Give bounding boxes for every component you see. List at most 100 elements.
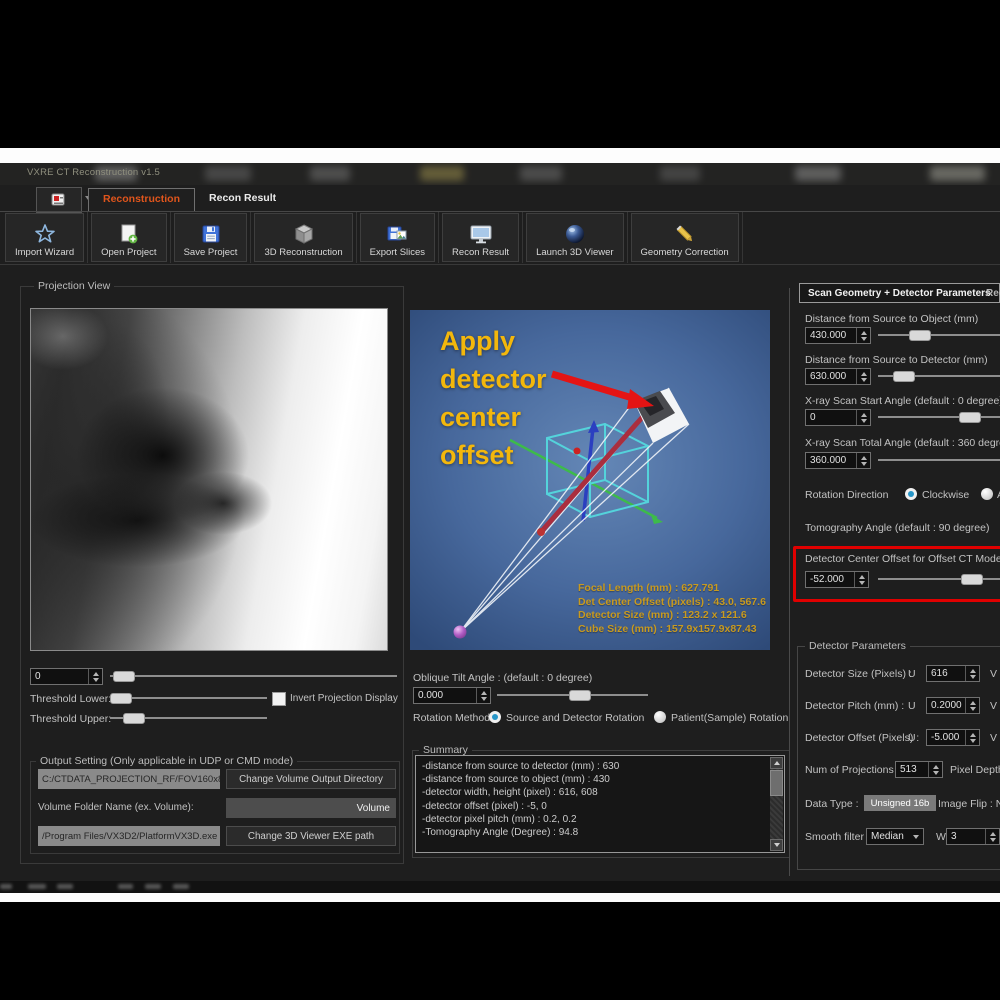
param-label: Distance from Source to Object (mm) <box>805 313 978 325</box>
spinner-arrows[interactable] <box>928 762 942 777</box>
oblique-tilt-slider[interactable] <box>497 687 648 703</box>
spin-up-arrow[interactable] <box>861 456 867 460</box>
geometry-correction-button[interactable]: Geometry Correction <box>631 213 739 262</box>
spin-down-arrow[interactable] <box>859 581 865 585</box>
slider-thumb[interactable] <box>893 371 915 382</box>
threshold-upper-thumb[interactable] <box>123 713 145 724</box>
spin-up-arrow[interactable] <box>990 832 996 836</box>
source-detector-slider[interactable] <box>878 368 1000 384</box>
spin-down-arrow[interactable] <box>481 697 487 701</box>
spinner-arrows[interactable] <box>965 666 979 681</box>
detector-offset-spinner[interactable]: -52.000 <box>805 571 869 588</box>
scan-total-angle-spinner[interactable]: 360.000 <box>805 452 871 469</box>
spin-down-arrow[interactable] <box>933 771 939 775</box>
oblique-tilt-spinner[interactable]: 0.000 <box>413 687 491 704</box>
spinner-arrows[interactable] <box>856 410 870 425</box>
spin-down-arrow[interactable] <box>861 378 867 382</box>
oblique-tilt-thumb[interactable] <box>569 690 591 701</box>
spin-up-arrow[interactable] <box>93 672 99 676</box>
threshold-lower-slider[interactable] <box>110 690 267 706</box>
viewer-exe-field[interactable]: /Program Files/VX3D2/PlatformVX3D.exe <box>38 826 220 846</box>
spin-down-arrow[interactable] <box>861 337 867 341</box>
xray-projection-image[interactable] <box>30 308 388 651</box>
tab-recon-params[interactable]: Recon <box>986 288 1000 299</box>
frame-spinner[interactable]: 0 <box>30 668 103 685</box>
spin-up-arrow[interactable] <box>970 733 976 737</box>
recon-result-button[interactable]: Recon Result <box>442 213 519 262</box>
summary-scrollbar[interactable] <box>770 757 783 851</box>
clockwise-radio[interactable] <box>905 488 917 500</box>
spin-up-arrow[interactable] <box>861 413 867 417</box>
slider-thumb[interactable] <box>909 330 931 341</box>
ghost-blob <box>660 166 700 181</box>
spin-up-arrow[interactable] <box>933 765 939 769</box>
spin-down-arrow[interactable] <box>970 707 976 711</box>
threshold-lower-thumb[interactable] <box>110 693 132 704</box>
tab-recon-result[interactable]: Recon Result <box>195 188 290 211</box>
export-slices-button[interactable]: Export Slices <box>360 213 435 262</box>
num-projections-spinner[interactable]: 513 <box>895 761 943 778</box>
scrollbar-thumb[interactable] <box>770 770 783 796</box>
spin-up-arrow[interactable] <box>970 669 976 673</box>
spinner-arrows[interactable] <box>965 698 979 713</box>
output-directory-field[interactable]: C:/CTDATA_PROJECTION_RF/FOV160x80 <box>38 769 220 789</box>
spin-down-arrow[interactable] <box>93 678 99 682</box>
spinner-arrows[interactable] <box>856 453 870 468</box>
spinner-arrows[interactable] <box>856 369 870 384</box>
spinner-arrows[interactable] <box>965 730 979 745</box>
spinner-arrows[interactable] <box>854 572 868 587</box>
tab-reconstruction[interactable]: Reconstruction <box>88 188 195 211</box>
threshold-upper-slider[interactable] <box>110 710 267 726</box>
slider-thumb[interactable] <box>959 412 981 423</box>
frame-slider[interactable] <box>110 668 397 684</box>
spin-up-arrow[interactable] <box>859 575 865 579</box>
scan-total-angle-slider[interactable] <box>878 452 1000 468</box>
spin-up-arrow[interactable] <box>970 701 976 705</box>
recon-3d-button[interactable]: 3D Reconstruction <box>254 213 352 262</box>
spin-up-arrow[interactable] <box>481 691 487 695</box>
anticlockwise-radio[interactable] <box>981 488 993 500</box>
spinner-arrows[interactable] <box>856 328 870 343</box>
spin-down-arrow[interactable] <box>990 838 996 842</box>
open-project-button[interactable]: Open Project <box>91 213 166 262</box>
smooth-filter-dropdown[interactable]: Median <box>866 828 924 845</box>
summary-textbox[interactable]: -distance from source to detector (mm) :… <box>415 755 785 853</box>
rotation-method-patient-radio[interactable] <box>654 711 666 723</box>
w-spinner[interactable]: 3 <box>946 828 1000 845</box>
spin-down-arrow[interactable] <box>970 675 976 679</box>
change-output-directory-button[interactable]: Change Volume Output Directory <box>226 769 396 789</box>
scroll-up-button[interactable] <box>770 757 783 769</box>
change-viewer-exe-button[interactable]: Change 3D Viewer EXE path <box>226 826 396 846</box>
scan-start-angle-slider[interactable] <box>878 409 1000 425</box>
detector-offset-slider[interactable] <box>878 571 1000 587</box>
ribbon-cell: 3D Reconstruction <box>251 212 356 263</box>
source-detector-spinner[interactable]: 630.000 <box>805 368 871 385</box>
spin-up-arrow[interactable] <box>861 331 867 335</box>
scan-start-angle-spinner[interactable]: 0 <box>805 409 871 426</box>
source-object-slider[interactable] <box>878 327 1000 343</box>
spin-down-arrow[interactable] <box>861 419 867 423</box>
frame-slider-thumb[interactable] <box>113 671 135 682</box>
spinner-arrows[interactable] <box>985 829 999 844</box>
import-wizard-button[interactable]: Import Wizard <box>5 213 84 262</box>
source-object-spinner[interactable]: 430.000 <box>805 327 871 344</box>
detector-offset-u-spinner[interactable]: -5.000 <box>926 729 980 746</box>
spinner-arrows[interactable] <box>88 669 102 684</box>
scroll-down-button[interactable] <box>770 839 783 851</box>
tab-scan-geometry[interactable]: Scan Geometry + Detector Parameters <box>799 283 1000 303</box>
spin-down-arrow[interactable] <box>970 739 976 743</box>
spinner-arrows[interactable] <box>476 688 490 703</box>
detector-size-u-spinner[interactable]: 616 <box>926 665 980 682</box>
spin-down-arrow[interactable] <box>861 462 867 466</box>
geometry-3d-view[interactable]: Apply detector center offset Focal Lengt… <box>410 310 770 650</box>
launch-3d-viewer-button[interactable]: Launch 3D Viewer <box>526 213 623 262</box>
spin-up-arrow[interactable] <box>861 372 867 376</box>
data-type-value[interactable]: Unsigned 16b <box>864 795 936 811</box>
slider-thumb[interactable] <box>961 574 983 585</box>
rotation-method-source-radio[interactable] <box>489 711 501 723</box>
quick-access-button[interactable] <box>36 187 82 213</box>
invert-projection-checkbox[interactable] <box>272 692 286 706</box>
save-project-button[interactable]: Save Project <box>174 213 248 262</box>
volume-folder-input[interactable]: Volume <box>226 798 396 818</box>
detector-pitch-u-spinner[interactable]: 0.2000 <box>926 697 980 714</box>
